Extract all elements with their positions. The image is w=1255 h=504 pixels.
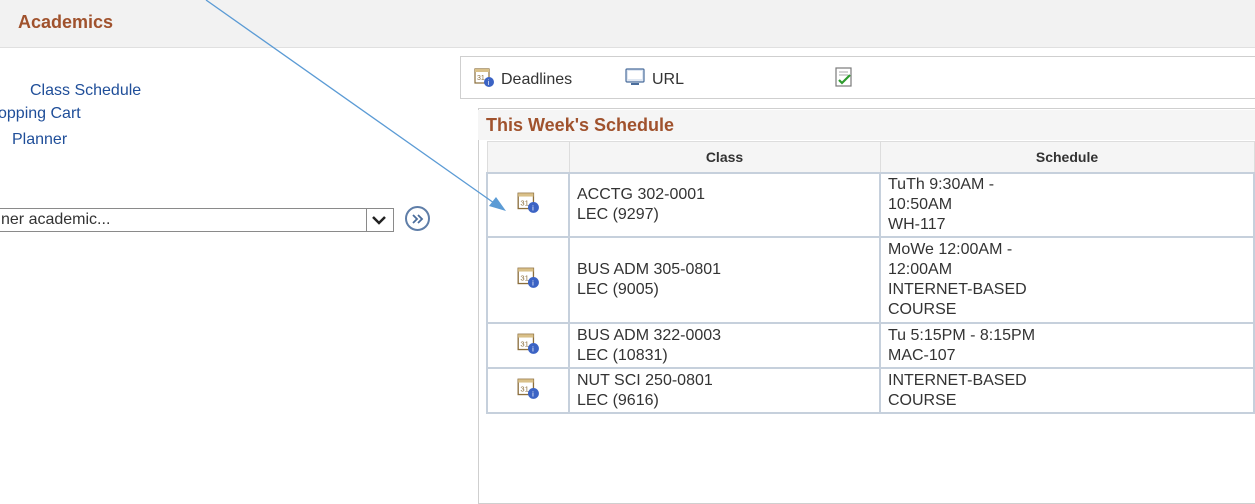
class-details-button[interactable]: 31 i — [486, 322, 570, 369]
calendar-info-icon: 31 i — [473, 66, 495, 93]
schedule-title: This Week's Schedule — [478, 110, 1255, 140]
table-row: 31 i NUT SCI 250-0801 LEC (9616) INTERNE… — [486, 367, 1255, 414]
svg-text:31: 31 — [520, 339, 528, 348]
class-details-button[interactable]: 31 i — [486, 236, 570, 324]
chevron-down-icon[interactable] — [366, 209, 391, 231]
schedule-cell: MoWe 12:00AM - 12:00AM INTERNET-BASED CO… — [879, 236, 1255, 324]
svg-text:i: i — [532, 204, 534, 213]
column-header-schedule: Schedule — [879, 141, 1255, 174]
svg-text:31: 31 — [477, 75, 485, 82]
column-header-icon — [486, 141, 570, 174]
link-shopping-cart[interactable]: opping Cart — [0, 105, 81, 123]
page-title: Academics — [18, 12, 114, 32]
schedule-line: WH-117 — [888, 216, 946, 233]
url-icon — [624, 66, 646, 93]
class-code: NUT SCI 250-0801 — [577, 371, 713, 389]
calendar-info-icon: 31 i — [516, 333, 540, 359]
schedule-line: TuTh 9:30AM - — [888, 176, 995, 193]
class-code: ACCTG 302-0001 — [577, 186, 706, 203]
schedule-cell: TuTh 9:30AM - 10:50AM WH-117 — [879, 172, 1255, 238]
class-cell: BUS ADM 305-0801 LEC (9005) — [568, 236, 881, 324]
schedule-line: Tu 5:15PM - 8:15PM — [888, 326, 1036, 344]
link-planner[interactable]: Planner — [12, 131, 67, 149]
calendar-info-icon: 31 i — [516, 378, 540, 404]
schedule-line: MAC-107 — [888, 346, 956, 364]
table-row: 31 i ACCTG 302-0001 LEC (9297) TuTh 9:30… — [486, 172, 1255, 238]
table-row: 31 i BUS ADM 305-0801 LEC (9005) MoWe 12… — [486, 236, 1255, 324]
toolbar-checklist[interactable] — [833, 66, 855, 93]
schedule-line: MoWe 12:00AM - — [888, 241, 1013, 258]
academic-select[interactable]: ner academic... — [0, 208, 394, 232]
column-header-class: Class — [568, 141, 881, 174]
svg-text:i: i — [532, 344, 534, 353]
class-section: LEC (9005) — [577, 281, 659, 298]
schedule-line: INTERNET-BASED — [888, 281, 1027, 298]
calendar-info-icon: 31 i — [516, 192, 540, 218]
schedule-line: COURSE — [888, 301, 957, 318]
schedule-table: Class Schedule 31 i ACCTG 302-0001 LEC (… — [486, 141, 1255, 414]
toolbar: 31 i Deadlines URL — [460, 56, 1255, 99]
go-button[interactable] — [405, 206, 430, 231]
class-section: LEC (9297) — [577, 206, 659, 223]
academic-select-value: ner academic... — [1, 211, 111, 228]
svg-text:31: 31 — [520, 198, 528, 207]
calendar-info-icon: 31 i — [516, 267, 540, 293]
toolbar-url-label: URL — [652, 70, 685, 88]
class-cell: ACCTG 302-0001 LEC (9297) — [568, 172, 881, 238]
schedule-line: COURSE — [888, 391, 957, 409]
table-row: 31 i BUS ADM 322-0003 LEC (10831) Tu 5:1… — [486, 322, 1255, 369]
class-section: LEC (10831) — [577, 346, 668, 364]
link-class-schedule[interactable]: Class Schedule — [30, 82, 141, 100]
svg-text:31: 31 — [520, 384, 528, 393]
class-cell: BUS ADM 322-0003 LEC (10831) — [568, 322, 881, 369]
toolbar-deadlines[interactable]: 31 i Deadlines — [473, 66, 572, 93]
toolbar-url[interactable]: URL — [624, 66, 684, 93]
svg-text:i: i — [532, 279, 534, 288]
class-details-button[interactable]: 31 i — [486, 367, 570, 414]
class-section: LEC (9616) — [577, 391, 659, 409]
svg-text:i: i — [532, 389, 534, 398]
schedule-line: 12:00AM — [888, 261, 953, 278]
class-details-button[interactable]: 31 i — [486, 172, 570, 238]
schedule-line: 10:50AM — [888, 196, 953, 213]
svg-text:31: 31 — [520, 273, 528, 282]
class-code: BUS ADM 322-0003 — [577, 326, 722, 344]
class-code: BUS ADM 305-0801 — [577, 261, 722, 278]
checklist-icon — [833, 66, 855, 93]
schedule-line: INTERNET-BASED — [888, 371, 1027, 389]
class-cell: NUT SCI 250-0801 LEC (9616) — [568, 367, 881, 414]
header-bar: Academics — [0, 0, 1255, 48]
schedule-cell: Tu 5:15PM - 8:15PM MAC-107 — [879, 322, 1255, 369]
toolbar-deadlines-label: Deadlines — [501, 70, 573, 88]
schedule-cell: INTERNET-BASED COURSE — [879, 367, 1255, 414]
